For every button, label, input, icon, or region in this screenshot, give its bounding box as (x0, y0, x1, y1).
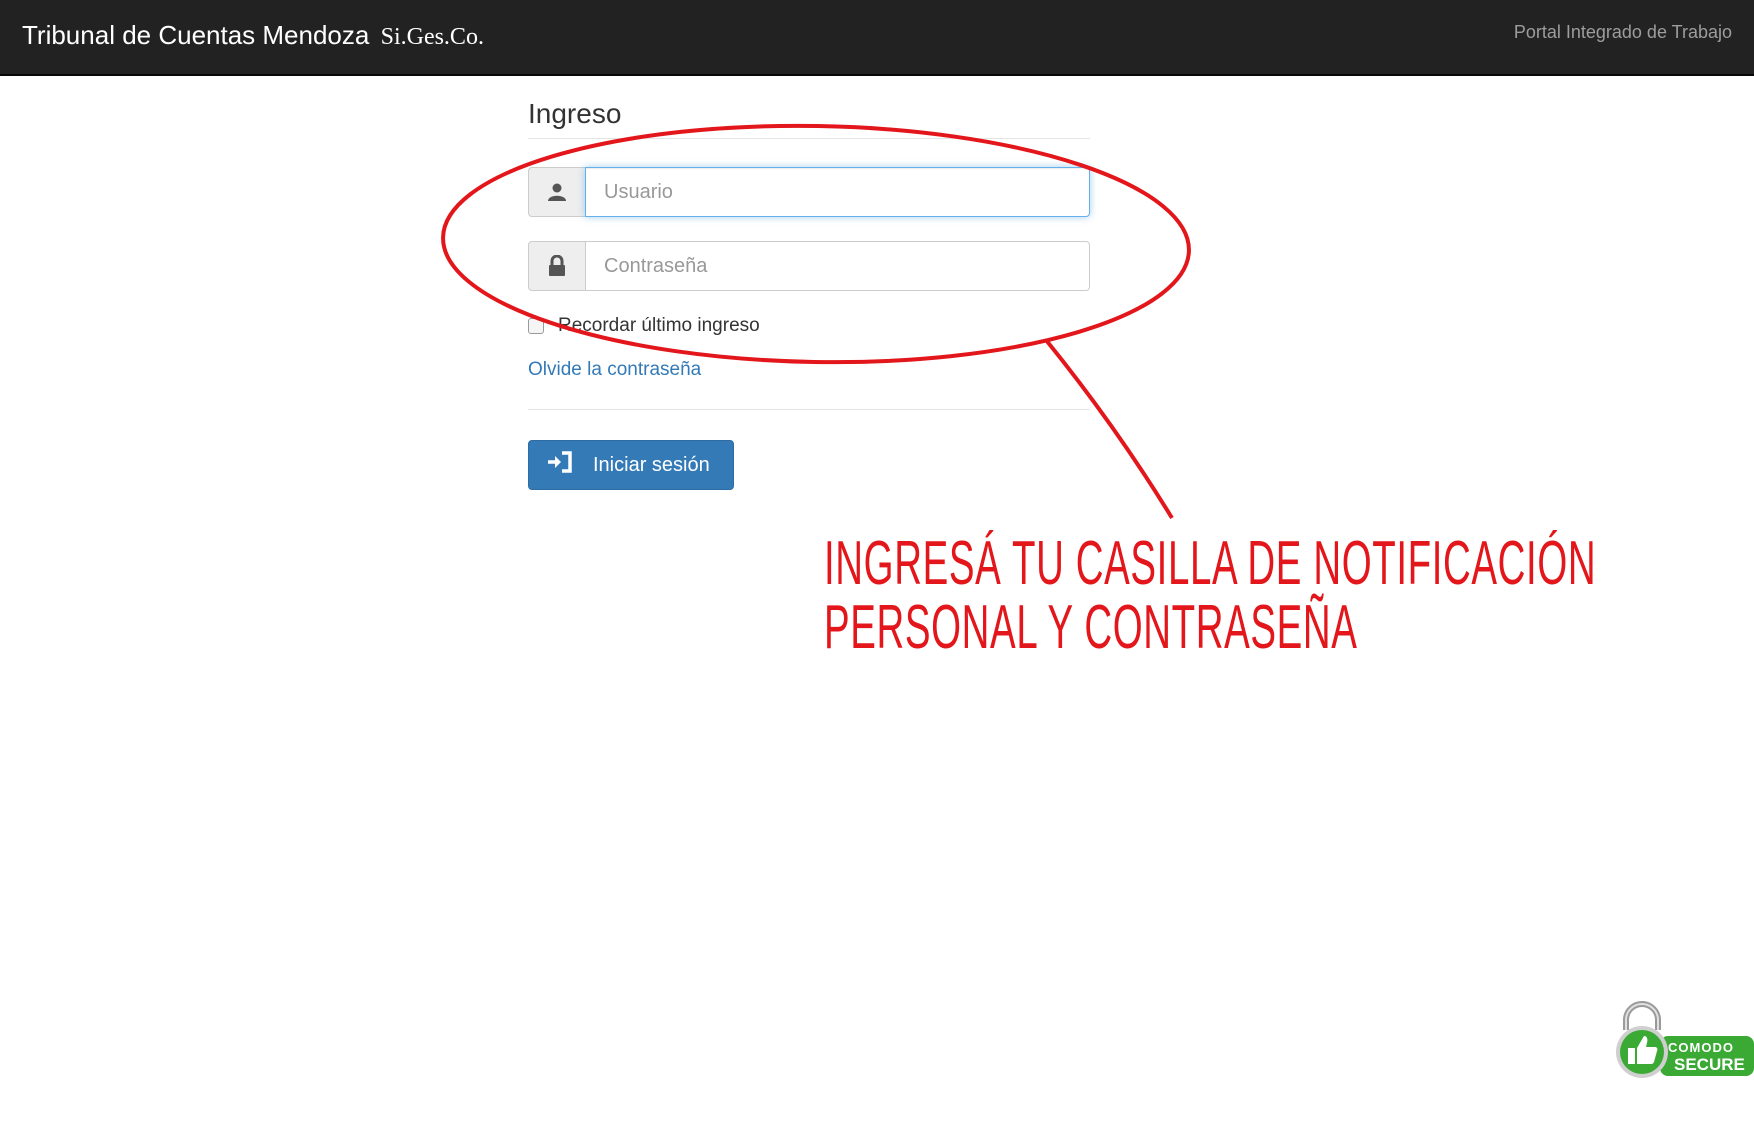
login-button-label: Iniciar sesión (593, 453, 710, 476)
navbar: Tribunal de Cuentas Mendoza Si.Ges.Co. P… (0, 0, 1754, 76)
login-icon (547, 451, 593, 479)
login-button[interactable]: Iniciar sesión (528, 440, 734, 490)
user-icon (528, 167, 585, 217)
remember-checkbox[interactable] (528, 318, 544, 334)
comodo-secure-badge[interactable]: COMODO SECURE (1600, 998, 1754, 1088)
annotation-line-2: personal y contraseña (824, 593, 1358, 662)
username-group (528, 167, 1090, 217)
annotation-line-1: Ingresá tu casilla de notificación (824, 529, 1597, 598)
remember-label: Recordar último ingreso (558, 315, 760, 336)
annotation-text: Ingresá tu casilla de notificación perso… (824, 532, 1596, 660)
remember-row[interactable]: Recordar último ingreso (528, 315, 1090, 337)
brand-link[interactable]: Tribunal de Cuentas Mendoza Si.Ges.Co. (22, 20, 484, 51)
form-divider (528, 409, 1090, 410)
brand-title: Tribunal de Cuentas Mendoza (22, 20, 370, 50)
lock-icon (528, 241, 585, 291)
brand-subtitle: Si.Ges.Co. (380, 24, 484, 50)
login-title: Ingreso (528, 98, 1090, 139)
forgot-password-link[interactable]: Olvide la contraseña (528, 359, 701, 381)
portal-link[interactable]: Portal Integrado de Trabajo (1514, 22, 1732, 43)
password-input[interactable] (585, 241, 1090, 291)
comodo-brand: COMODO (1668, 1040, 1734, 1055)
login-form: Ingreso Recordar último ingreso (528, 98, 1090, 490)
username-input[interactable] (585, 167, 1090, 217)
comodo-label: SECURE (1674, 1055, 1745, 1074)
password-group (528, 241, 1090, 291)
page: Tribunal de Cuentas Mendoza Si.Ges.Co. P… (0, 0, 1754, 1128)
